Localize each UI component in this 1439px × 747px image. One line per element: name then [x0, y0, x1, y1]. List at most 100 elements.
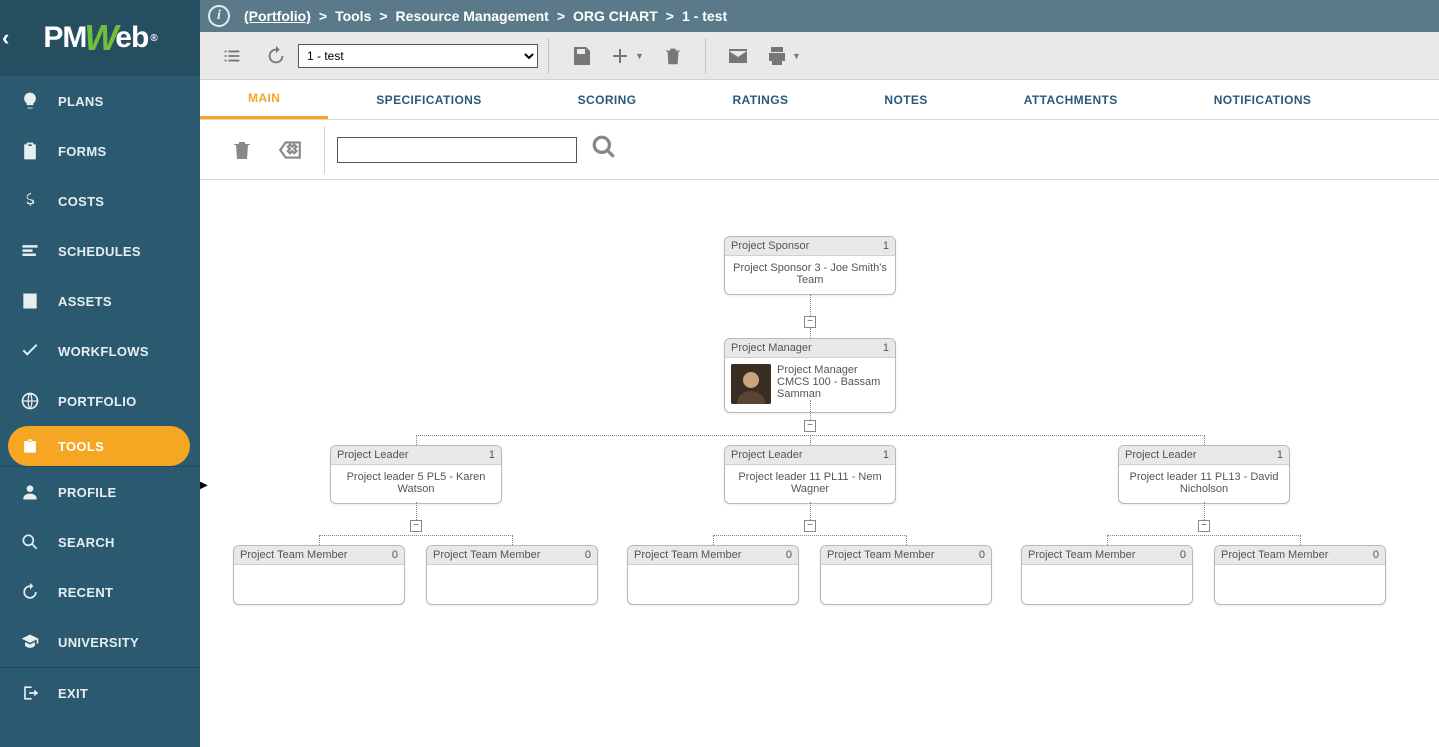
node-title: Project Leader	[731, 449, 803, 461]
check-icon	[16, 337, 44, 365]
person-icon	[16, 478, 44, 506]
node-count: 1	[1277, 449, 1283, 461]
collapse-toggle[interactable]: −	[804, 420, 816, 432]
tab-notes[interactable]: NOTES	[836, 80, 975, 119]
org-node-leader[interactable]: Project Leader1 Project leader 11 PL11 -…	[724, 445, 896, 504]
search-button[interactable]	[591, 134, 617, 165]
tab-strip: MAIN SPECIFICATIONS SCORING RATINGS NOTE…	[200, 80, 1439, 120]
sidebar-item-search[interactable]: SEARCH	[0, 517, 200, 567]
history-button[interactable]	[256, 36, 296, 76]
save-button[interactable]	[561, 36, 601, 76]
sidebar-item-label: EXIT	[58, 686, 88, 701]
sidebar-item-exit[interactable]: EXIT	[0, 668, 200, 718]
sidebar-item-plans[interactable]: PLANS	[0, 76, 200, 126]
search-icon	[16, 528, 44, 556]
collapse-chevron-icon[interactable]: ‹	[2, 25, 9, 51]
org-chart-canvas: Project Sponsor1 Project Sponsor 3 - Joe…	[210, 190, 1429, 747]
sidebar-item-costs[interactable]: COSTS	[0, 176, 200, 226]
main-toolbar: 1 - test ▼ ▼	[200, 32, 1439, 80]
collapse-toggle[interactable]: −	[804, 520, 816, 532]
list-button[interactable]	[212, 36, 252, 76]
node-title: Project Team Member	[433, 549, 540, 561]
org-node-leader[interactable]: Project Leader1 Project leader 5 PL5 - K…	[330, 445, 502, 504]
org-node-sponsor[interactable]: Project Sponsor1 Project Sponsor 3 - Joe…	[724, 236, 896, 295]
globe-icon	[16, 387, 44, 415]
lightbulb-icon	[16, 87, 44, 115]
org-node-member[interactable]: Project Team Member0	[426, 545, 598, 605]
clear-button[interactable]	[272, 132, 308, 168]
tab-attachments[interactable]: ATTACHMENTS	[976, 80, 1166, 119]
sidebar-item-recent[interactable]: RECENT	[0, 567, 200, 617]
search-input[interactable]	[337, 137, 577, 163]
sidebar-item-workflows[interactable]: WORKFLOWS	[0, 326, 200, 376]
sidebar-item-label: RECENT	[58, 585, 113, 600]
node-title: Project Manager	[731, 342, 812, 354]
tab-notifications[interactable]: NOTIFICATIONS	[1166, 80, 1360, 119]
sidebar-item-profile[interactable]: PROFILE	[0, 467, 200, 517]
print-button[interactable]	[762, 36, 792, 76]
sidebar-item-assets[interactable]: ASSETS	[0, 276, 200, 326]
sidebar-item-label: FORMS	[58, 144, 106, 159]
sidebar-item-label: WORKFLOWS	[58, 344, 149, 359]
history-icon	[16, 578, 44, 606]
sidebar-item-forms[interactable]: FORMS	[0, 126, 200, 176]
add-button[interactable]	[605, 36, 635, 76]
node-text: Project Manager CMCS 100 - Bassam Samman	[777, 364, 889, 404]
delete-button[interactable]	[653, 36, 693, 76]
exit-icon	[16, 679, 44, 707]
node-text: Project leader 5 PL5 - Karen Watson	[337, 471, 495, 495]
logo-area: ‹ PMWeb®	[0, 0, 200, 76]
sidebar-item-label: PORTFOLIO	[58, 394, 137, 409]
node-title: Project Team Member	[240, 549, 347, 561]
sidebar-item-portfolio[interactable]: PORTFOLIO	[0, 376, 200, 426]
info-icon[interactable]: i	[208, 5, 230, 27]
node-count: 0	[1373, 549, 1379, 561]
sidebar-expand-caret-icon[interactable]: ▶	[200, 480, 208, 496]
delete-node-button[interactable]	[224, 132, 260, 168]
node-text: Project leader 11 PL13 - David Nicholson	[1125, 471, 1283, 495]
breadcrumb-part[interactable]: Resource Management	[396, 8, 549, 24]
node-count: 1	[489, 449, 495, 461]
org-node-member[interactable]: Project Team Member0	[1021, 545, 1193, 605]
tab-specifications[interactable]: SPECIFICATIONS	[328, 80, 529, 119]
collapse-toggle[interactable]: −	[410, 520, 422, 532]
breadcrumb-part[interactable]: Tools	[335, 8, 371, 24]
bars-icon	[16, 237, 44, 265]
sidebar-item-tools[interactable]: TOOLS	[8, 426, 190, 466]
org-node-leader[interactable]: Project Leader1 Project leader 11 PL13 -…	[1118, 445, 1290, 504]
sidebar-item-label: PROFILE	[58, 485, 116, 500]
sidebar-item-label: TOOLS	[58, 439, 104, 454]
breadcrumb-root[interactable]: (Portfolio)	[244, 8, 311, 24]
sidebar-item-schedules[interactable]: SCHEDULES	[0, 226, 200, 276]
sidebar-item-label: SEARCH	[58, 535, 115, 550]
node-count: 0	[392, 549, 398, 561]
add-dropdown-caret-icon[interactable]: ▼	[635, 51, 645, 61]
record-select[interactable]: 1 - test	[298, 44, 538, 68]
tab-ratings[interactable]: RATINGS	[684, 80, 836, 119]
breadcrumb-part[interactable]: 1 - test	[682, 8, 727, 24]
sidebar-item-label: ASSETS	[58, 294, 112, 309]
org-node-member[interactable]: Project Team Member 0	[1214, 545, 1386, 605]
collapse-toggle[interactable]: −	[1198, 520, 1210, 532]
clipboard-icon	[16, 137, 44, 165]
org-node-member[interactable]: Project Team Member0	[627, 545, 799, 605]
breadcrumb-part[interactable]: ORG CHART	[573, 8, 658, 24]
sidebar-item-label: SCHEDULES	[58, 244, 141, 259]
collapse-toggle[interactable]: −	[804, 316, 816, 328]
tab-scoring[interactable]: SCORING	[530, 80, 685, 119]
org-node-member[interactable]: Project Team Member 0	[233, 545, 405, 605]
org-node-member[interactable]: Project Team Member0	[820, 545, 992, 605]
node-title: Project Team Member	[1221, 549, 1328, 561]
tab-main[interactable]: MAIN	[200, 80, 328, 119]
sidebar-item-label: UNIVERSITY	[58, 635, 139, 650]
email-button[interactable]	[718, 36, 758, 76]
sidebar: ‹ PMWeb® PLANS FORMS COSTS SCHEDULES ASS…	[0, 0, 200, 747]
sidebar-item-label: PLANS	[58, 94, 104, 109]
print-dropdown-caret-icon[interactable]: ▼	[792, 51, 802, 61]
node-title: Project Team Member	[827, 549, 934, 561]
dollar-icon	[16, 187, 44, 215]
node-text: Project Sponsor 3 - Joe Smith's Team	[731, 262, 889, 286]
node-count: 0	[786, 549, 792, 561]
sidebar-item-university[interactable]: UNIVERSITY	[0, 617, 200, 667]
building-icon	[16, 287, 44, 315]
